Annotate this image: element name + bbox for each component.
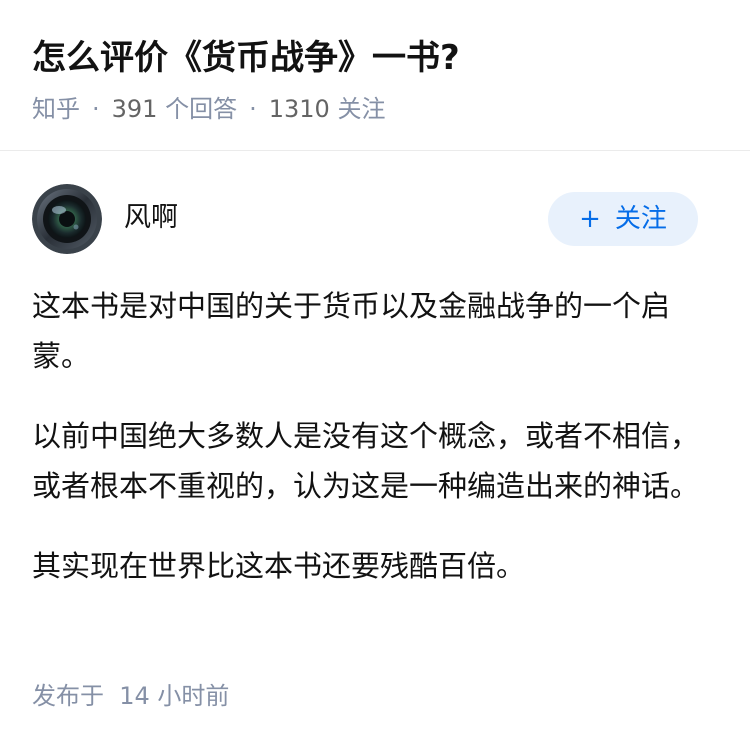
answer-paragraph: 以前中国绝大多数人是没有这个概念，或者不相信，或者根本不重视的，认为这是一种编造… <box>32 419 700 503</box>
answer-paragraph: 这本书是对中国的关于货币以及金融战争的一个启蒙。 <box>32 289 671 373</box>
plus-icon: + <box>579 204 601 234</box>
publish-label: 发布于 <box>32 682 104 710</box>
camera-lens-icon <box>32 184 102 254</box>
answer-count: 391 <box>111 95 158 123</box>
author-name[interactable]: 风啊 <box>124 198 178 238</box>
publish-time-value: 14 小时前 <box>119 682 230 710</box>
question-header: 怎么评价《货币战争》一书? 知乎 · 391 个回答 · 1310 关注 <box>0 0 750 151</box>
publish-time: 发布于 14 小时前 <box>32 678 229 714</box>
source-label[interactable]: 知乎 <box>32 95 80 123</box>
follow-button[interactable]: + 关注 <box>548 192 698 246</box>
follower-count-label: 关注 <box>337 95 386 123</box>
answer-page: 怎么评价《货币战争》一书? 知乎 · 391 个回答 · 1310 关注 风啊 … <box>0 0 750 746</box>
meta-separator: · <box>92 95 100 123</box>
question-meta: 知乎 · 391 个回答 · 1310 关注 <box>32 92 385 126</box>
answer-paragraph: 其实现在世界比这本书还要残酷百倍。 <box>32 549 526 583</box>
meta-separator: · <box>249 95 257 123</box>
question-title[interactable]: 怎么评价《货币战争》一书? <box>32 34 460 82</box>
follower-count: 1310 <box>268 95 330 123</box>
answer-content: 这本书是对中国的关于货币以及金融战争的一个启蒙。 以前中国绝大多数人是没有这个概… <box>32 281 712 621</box>
answer-count-label: 个回答 <box>165 95 238 123</box>
follow-button-label: 关注 <box>614 204 667 234</box>
avatar[interactable] <box>32 184 102 254</box>
author-info: 风啊 + 关注 <box>32 184 698 254</box>
